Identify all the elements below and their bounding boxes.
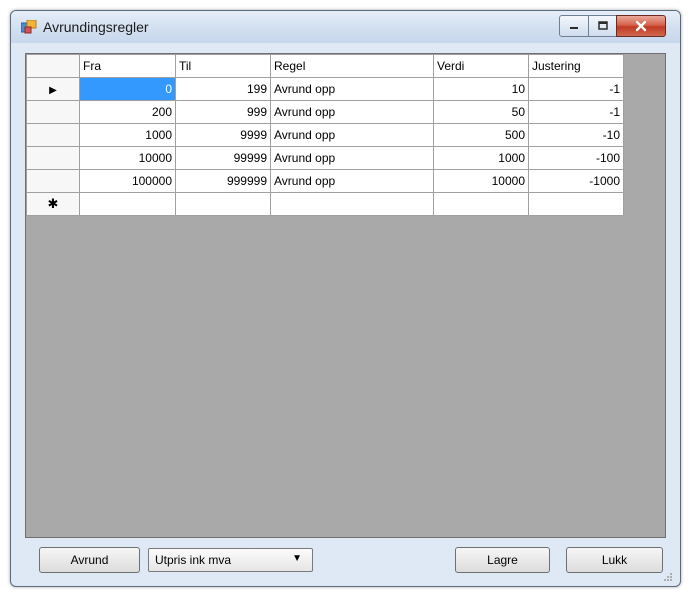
corner-header <box>26 54 80 78</box>
resize-grip-icon[interactable] <box>663 572 673 582</box>
maximize-icon <box>597 21 608 30</box>
cell-til[interactable]: 199 <box>175 77 271 101</box>
new-cell-til[interactable] <box>175 192 271 216</box>
column-header-verdi[interactable]: Verdi <box>433 54 529 78</box>
table-row[interactable]: 100000 999999 Avrund opp 10000 -1000 <box>26 169 624 193</box>
cell-verdi[interactable]: 10000 <box>433 169 529 193</box>
cell-verdi[interactable]: 500 <box>433 123 529 147</box>
cell-justering[interactable]: -1 <box>528 77 624 101</box>
price-type-value: Utpris ink mva <box>155 553 232 567</box>
cell-verdi[interactable]: 1000 <box>433 146 529 170</box>
cell-fra[interactable]: 1000 <box>79 123 176 147</box>
save-button[interactable]: Lagre <box>455 547 550 573</box>
close-button[interactable]: Lukk <box>566 547 663 573</box>
cell-fra[interactable]: 200 <box>79 100 176 124</box>
window-title: Avrundingsregler <box>43 19 149 35</box>
cell-regel[interactable]: Avrund opp <box>270 77 434 101</box>
cell-fra[interactable]: 10000 <box>79 146 176 170</box>
cell-verdi[interactable]: 10 <box>433 77 529 101</box>
cell-regel[interactable]: Avrund opp <box>270 100 434 124</box>
row-header[interactable] <box>26 169 80 193</box>
cell-til[interactable]: 99999 <box>175 146 271 170</box>
cell-regel[interactable]: Avrund opp <box>270 146 434 170</box>
table-row[interactable]: 10000 99999 Avrund opp 1000 -100 <box>26 146 624 170</box>
cell-verdi[interactable]: 50 <box>433 100 529 124</box>
cell-regel[interactable]: Avrund opp <box>270 123 434 147</box>
minimize-button[interactable] <box>559 15 589 37</box>
cell-justering[interactable]: -100 <box>528 146 624 170</box>
row-header-new[interactable]: ✱ <box>26 192 80 216</box>
cell-til[interactable]: 999999 <box>175 169 271 193</box>
row-header[interactable] <box>26 146 80 170</box>
column-header-til[interactable]: Til <box>175 54 271 78</box>
cell-til[interactable]: 999 <box>175 100 271 124</box>
table-row[interactable]: ▶ 0 199 Avrund opp 10 -1 <box>26 77 624 101</box>
price-type-select[interactable]: Utpris ink mva ▼ <box>148 548 313 572</box>
cell-justering[interactable]: -10 <box>528 123 624 147</box>
new-cell-regel[interactable] <box>270 192 434 216</box>
close-icon <box>635 20 647 32</box>
maximize-button[interactable] <box>588 15 617 37</box>
new-cell-justering[interactable] <box>528 192 624 216</box>
table-row[interactable]: 1000 9999 Avrund opp 500 -10 <box>26 123 624 147</box>
row-header[interactable] <box>26 123 80 147</box>
row-header[interactable] <box>26 100 80 124</box>
rules-grid[interactable]: Fra Til Regel Verdi Justering ▶ 0 199 Av… <box>25 53 666 538</box>
cell-fra[interactable]: 100000 <box>79 169 176 193</box>
new-cell-verdi[interactable] <box>433 192 529 216</box>
round-button[interactable]: Avrund <box>39 547 140 573</box>
column-header-regel[interactable]: Regel <box>270 54 434 78</box>
row-header-current[interactable]: ▶ <box>26 77 80 101</box>
close-window-button[interactable] <box>616 15 666 37</box>
title-bar[interactable]: Avrundingsregler <box>11 11 680 43</box>
new-row-asterisk-icon: ✱ <box>47 196 59 211</box>
header-row: Fra Til Regel Verdi Justering <box>26 54 624 78</box>
app-icon <box>21 20 37 34</box>
minimize-icon <box>570 27 578 29</box>
new-cell-fra[interactable] <box>79 192 176 216</box>
cell-justering[interactable]: -1 <box>528 100 624 124</box>
table-row[interactable]: 200 999 Avrund opp 50 -1 <box>26 100 624 124</box>
chevron-down-icon: ▼ <box>292 553 302 564</box>
current-row-arrow-icon: ▶ <box>49 85 57 96</box>
rules-table: Fra Til Regel Verdi Justering ▶ 0 199 Av… <box>26 54 624 216</box>
cell-fra[interactable]: 0 <box>79 77 176 101</box>
cell-regel[interactable]: Avrund opp <box>270 169 434 193</box>
new-row[interactable]: ✱ <box>26 192 624 216</box>
column-header-justering[interactable]: Justering <box>528 54 624 78</box>
column-header-fra[interactable]: Fra <box>79 54 176 78</box>
cell-justering[interactable]: -1000 <box>528 169 624 193</box>
cell-til[interactable]: 9999 <box>175 123 271 147</box>
